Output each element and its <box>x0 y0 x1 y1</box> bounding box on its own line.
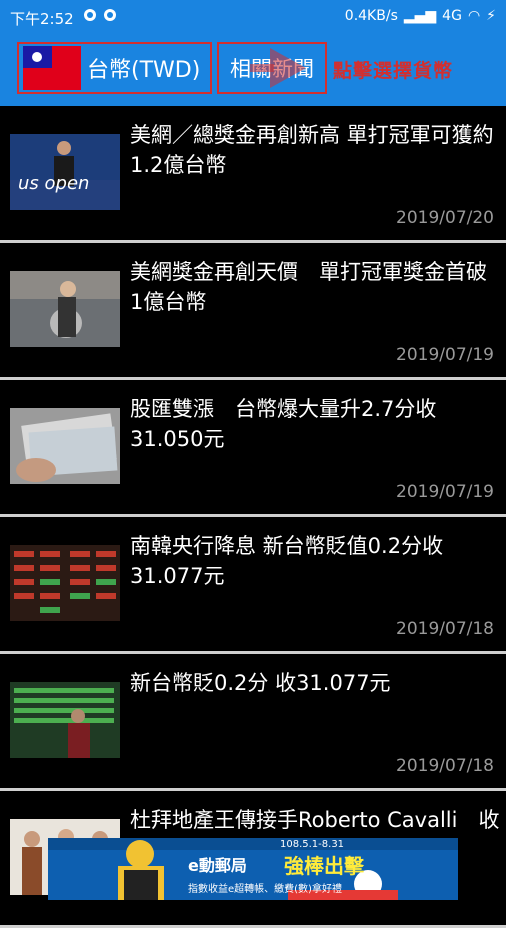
status-bar: 下午2:52 0.4KB/s ▂▄▆ 4G ◠ ⚡ <box>0 0 506 34</box>
news-item[interactable]: 新台幣貶0.2分 收31.077元 2019/07/18 <box>0 654 506 791</box>
ad-date-range: 108.5.1-8.31 <box>280 839 345 850</box>
signal-icon: ▂▄▆ <box>403 8 437 24</box>
app-toolbar: 台幣(TWD) 相關新聞 點擊選擇貨幣 <box>0 34 506 106</box>
ad-subtext: 指數收益e超轉帳、繳費(數)拿好禮 <box>188 884 342 895</box>
news-item[interactable]: us open 美網／總獎金再創新高 單打冠軍可獲約1.2億台幣 2019/07… <box>0 106 506 243</box>
news-date: 2019/07/18 <box>396 756 494 776</box>
news-item[interactable]: 南韓央行降息 新台幣貶值0.2分收31.077元 2019/07/18 <box>0 517 506 654</box>
news-title: 美網／總獎金再創新高 單打冠軍可獲約1.2億台幣 <box>130 123 494 177</box>
status-time: 下午2:52 <box>10 10 74 28</box>
news-item[interactable]: 美網獎金再創天價 單打冠軍獎金首破1億台幣 2019/07/19 <box>0 243 506 380</box>
svg-text:us open: us open <box>18 173 89 194</box>
news-title: 股匯雙漲 台幣爆大量升2.7分收31.050元 <box>130 397 437 451</box>
currency-selector[interactable]: 台幣(TWD) <box>17 42 212 94</box>
news-date: 2019/07/20 <box>396 208 494 228</box>
ad-banner[interactable]: 108.5.1-8.31 e動郵局 強棒出擊 指數收益e超轉帳、繳費(數)拿好禮 <box>48 838 458 900</box>
network-type: 4G <box>442 8 462 24</box>
notification-icon <box>104 9 116 21</box>
ad-headline: 強棒出擊 <box>284 854 364 878</box>
news-date: 2019/07/19 <box>396 482 494 502</box>
news-thumbnail <box>10 408 120 484</box>
network-speed: 0.4KB/s <box>344 8 398 24</box>
news-list[interactable]: us open 美網／總獎金再創新高 單打冠軍可獲約1.2億台幣 2019/07… <box>0 106 506 928</box>
wifi-icon: ◠ <box>467 8 481 24</box>
news-thumbnail <box>10 545 120 621</box>
news-title: 南韓央行降息 新台幣貶值0.2分收31.077元 <box>130 534 444 588</box>
taiwan-flag-icon <box>23 46 81 90</box>
news-thumbnail: us open <box>10 134 120 210</box>
notification-icon <box>84 9 96 21</box>
pointer-arrow-icon <box>270 48 306 88</box>
ad-brand: e動郵局 <box>188 856 247 875</box>
news-thumbnail <box>10 682 120 758</box>
currency-label: 台幣(TWD) <box>87 58 201 83</box>
news-date: 2019/07/19 <box>396 345 494 365</box>
news-title: 美網獎金再創天價 單打冠軍獎金首破1億台幣 <box>130 260 487 314</box>
hint-text: 點擊選擇貨幣 <box>333 60 454 82</box>
news-date: 2019/07/18 <box>396 619 494 639</box>
news-title: 新台幣貶0.2分 收31.077元 <box>130 671 391 695</box>
battery-charging-icon: ⚡ <box>486 8 496 24</box>
news-item[interactable]: 股匯雙漲 台幣爆大量升2.7分收31.050元 2019/07/19 <box>0 380 506 517</box>
news-thumbnail <box>10 271 120 347</box>
